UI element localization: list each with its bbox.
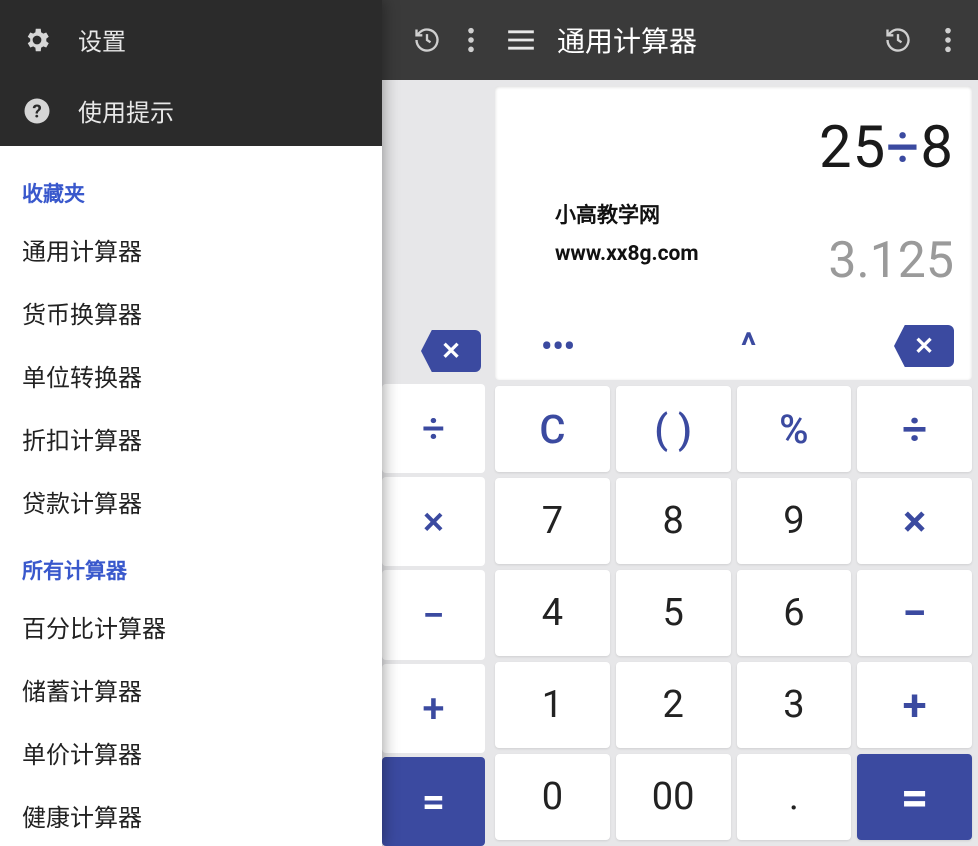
key-9[interactable]: 9 [737, 478, 852, 564]
backspace-button[interactable]: ✕ [894, 325, 954, 367]
left-display-partial: ✕ [382, 80, 489, 382]
toolbar: 通用计算器 [489, 0, 978, 80]
divide-key[interactable]: ÷ [857, 386, 972, 472]
key-1[interactable]: 1 [495, 662, 610, 748]
divide-key[interactable]: ÷ [382, 384, 485, 473]
key-2[interactable]: 2 [616, 662, 731, 748]
favorites-section-title: 收藏夹 [0, 156, 382, 218]
svg-text:?: ? [32, 100, 41, 122]
drawer-settings-label: 设置 [78, 22, 126, 57]
watermark-line2: www.xx8g.com [555, 236, 699, 274]
expr-operand-b: 8 [920, 114, 954, 182]
fav-item-discount[interactable]: 折扣计算器 [0, 407, 382, 470]
key-6[interactable]: 6 [737, 570, 852, 656]
fav-item-general-calc[interactable]: 通用计算器 [0, 218, 382, 281]
all-item-percent[interactable]: 百分比计算器 [0, 595, 382, 658]
app-title: 通用计算器 [557, 20, 868, 60]
keypad: C ( ) % ÷ 7 8 9 × 4 5 6 − 1 2 3 + 0 00 .… [495, 386, 972, 840]
equals-key[interactable]: = [382, 757, 485, 846]
key-00[interactable]: 00 [616, 754, 731, 840]
caret-button[interactable]: ^ [704, 325, 794, 367]
all-section-title: 所有计算器 [0, 533, 382, 595]
key-dot[interactable]: . [737, 754, 852, 840]
all-item-savings[interactable]: 储蓄计算器 [0, 658, 382, 721]
paren-key[interactable]: ( ) [616, 386, 731, 472]
key-5[interactable]: 5 [616, 570, 731, 656]
minus-key[interactable]: − [857, 570, 972, 656]
calculator-display: 小高教学网 www.xx8g.com 25÷8 3.125 ••• ^ ✕ [495, 86, 972, 380]
overflow-menu-icon[interactable] [467, 26, 475, 54]
all-item-health[interactable]: 健康计算器 [0, 784, 382, 846]
left-operator-column: ÷ × − + = [382, 382, 489, 846]
overflow-menu-icon[interactable] [928, 20, 968, 60]
key-8[interactable]: 8 [616, 478, 731, 564]
aux-row: ••• ^ ✕ [495, 318, 972, 380]
help-icon: ? [22, 96, 52, 126]
gear-icon [22, 25, 52, 55]
expr-operator: ÷ [886, 114, 920, 182]
hamburger-icon[interactable] [499, 18, 543, 62]
expr-operand-a: 25 [819, 114, 886, 182]
fav-item-unit[interactable]: 单位转换器 [0, 344, 382, 407]
navigation-drawer: 设置 ? 使用提示 收藏夹 通用计算器 货币换算器 单位转换器 折扣计算器 贷款… [0, 0, 382, 846]
plus-key[interactable]: + [382, 664, 485, 753]
percent-key[interactable]: % [737, 386, 852, 472]
right-screen-calculator: 通用计算器 小高教学网 www.xx8g.com 25÷8 3.125 ••• … [489, 0, 978, 846]
watermark-line1: 小高教学网 [555, 198, 699, 236]
multiply-key[interactable]: × [382, 477, 485, 566]
equals-key[interactable]: = [857, 754, 972, 840]
drawer-tips[interactable]: ? 使用提示 [0, 75, 382, 146]
history-icon[interactable] [878, 20, 918, 60]
watermark: 小高教学网 www.xx8g.com [555, 198, 699, 274]
fav-item-currency[interactable]: 货币换算器 [0, 281, 382, 344]
key-0[interactable]: 0 [495, 754, 610, 840]
clear-key[interactable]: C [495, 386, 610, 472]
more-button[interactable]: ••• [513, 327, 603, 365]
history-icon[interactable] [413, 26, 441, 54]
drawer-settings[interactable]: 设置 [0, 4, 382, 75]
plus-key[interactable]: + [857, 662, 972, 748]
key-7[interactable]: 7 [495, 478, 610, 564]
key-4[interactable]: 4 [495, 570, 610, 656]
minus-key[interactable]: − [382, 570, 485, 659]
multiply-key[interactable]: × [857, 478, 972, 564]
all-item-unitprice[interactable]: 单价计算器 [0, 721, 382, 784]
drawer-tips-label: 使用提示 [78, 93, 174, 128]
expression: 25÷8 [495, 86, 972, 182]
left-screen-drawer-open: ✕ ÷ × − + = 设置 ? [0, 0, 489, 846]
left-toolbar-partial [382, 0, 489, 80]
backspace-button[interactable]: ✕ [421, 330, 481, 372]
fav-item-loan[interactable]: 贷款计算器 [0, 470, 382, 533]
key-3[interactable]: 3 [737, 662, 852, 748]
